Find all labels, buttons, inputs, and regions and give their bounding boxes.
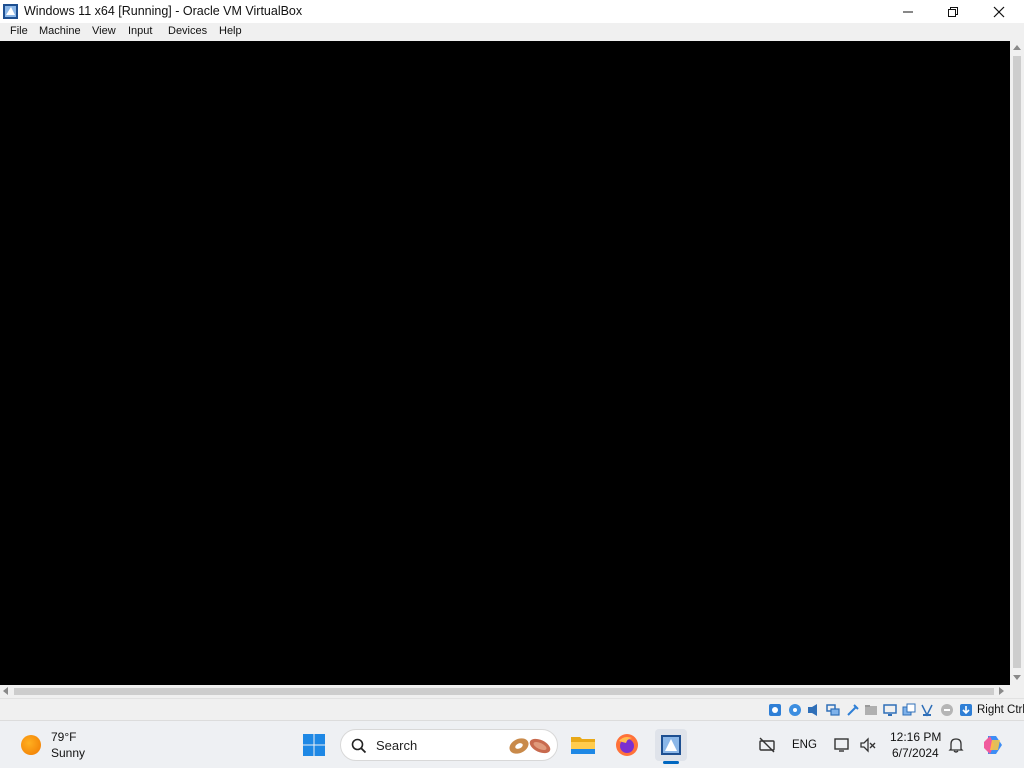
hard-disk-icon[interactable] — [768, 703, 782, 717]
vertical-scroll-thumb[interactable] — [1013, 56, 1021, 668]
network-icon[interactable] — [826, 703, 840, 717]
network-tray-icon[interactable] — [833, 736, 851, 754]
copilot-icon[interactable] — [982, 734, 1004, 756]
notification-bell-icon[interactable] — [947, 736, 965, 754]
language-indicator[interactable]: ENG — [792, 739, 817, 751]
shared-folders-icon[interactable] — [864, 703, 878, 717]
windows-logo-icon — [303, 734, 325, 756]
host-key-label[interactable]: Right Ctrl — [977, 704, 1024, 716]
menu-bar: File Machine View Input Devices Help — [0, 23, 1024, 41]
menu-file[interactable]: File — [10, 25, 28, 37]
volume-muted-icon[interactable] — [859, 736, 877, 754]
vertical-scrollbar[interactable] — [1010, 41, 1024, 685]
scroll-up-icon[interactable] — [1013, 45, 1021, 50]
vm-status-bar: Right Ctrl — [0, 698, 1024, 720]
virtualbox-app-icon — [3, 4, 18, 19]
minimize-icon — [903, 11, 913, 12]
firefox-icon — [616, 734, 638, 756]
clock-date: 6/7/2024 — [892, 746, 939, 760]
hidden-icons-icon[interactable] — [758, 736, 776, 754]
optical-drive-icon[interactable] — [788, 703, 802, 717]
menu-input[interactable]: Input — [128, 25, 152, 37]
close-button[interactable] — [976, 0, 1022, 23]
restore-icon — [948, 6, 958, 17]
title-bar[interactable]: Windows 11 x64 [Running] - Oracle VM Vir… — [0, 0, 1024, 23]
clock-time: 12:16 PM — [890, 730, 942, 744]
keyboard-icon[interactable] — [959, 703, 973, 717]
horizontal-scrollbar[interactable] — [0, 685, 1010, 698]
window-title: Windows 11 x64 [Running] - Oracle VM Vir… — [24, 4, 303, 18]
virtualbox-taskbar-button[interactable] — [655, 729, 687, 761]
scroll-corner — [1010, 685, 1024, 698]
firefox-button[interactable] — [611, 729, 643, 761]
menu-view[interactable]: View — [92, 25, 116, 37]
minimize-button[interactable] — [885, 0, 931, 23]
restore-button[interactable] — [930, 0, 976, 23]
weather-condition: Sunny — [51, 746, 86, 760]
menu-machine[interactable]: Machine — [39, 25, 81, 37]
horizontal-scroll-thumb[interactable] — [14, 688, 994, 695]
close-icon — [993, 6, 1005, 17]
menu-devices[interactable]: Devices — [168, 25, 207, 37]
scroll-left-icon[interactable] — [3, 687, 8, 695]
audio-icon[interactable] — [807, 703, 821, 717]
scroll-down-icon[interactable] — [1013, 675, 1021, 680]
weather-temperature: 79°F — [51, 730, 77, 744]
search-placeholder: Search — [376, 738, 418, 753]
scroll-right-icon[interactable] — [999, 687, 1004, 695]
taskbar-search-box[interactable]: Search — [340, 729, 558, 761]
sun-icon — [21, 735, 41, 755]
taskbar: 79°F Sunny Search ENG 12:16 PM 6/7/2024 — [0, 720, 1024, 768]
file-explorer-button[interactable] — [567, 729, 599, 761]
cpu-icon[interactable] — [920, 703, 934, 717]
recording-icon[interactable] — [902, 703, 916, 717]
running-indicator — [663, 761, 679, 764]
menu-help[interactable]: Help — [219, 25, 242, 37]
display-icon[interactable] — [883, 703, 897, 717]
mouse-integration-icon[interactable] — [940, 703, 954, 717]
virtualbox-icon — [661, 735, 681, 755]
file-explorer-icon — [571, 737, 595, 754]
search-highlight-icon[interactable] — [507, 735, 553, 757]
search-icon — [351, 738, 367, 754]
usb-icon[interactable] — [846, 703, 860, 717]
vm-display[interactable] — [0, 41, 1010, 685]
start-button[interactable] — [300, 731, 328, 759]
